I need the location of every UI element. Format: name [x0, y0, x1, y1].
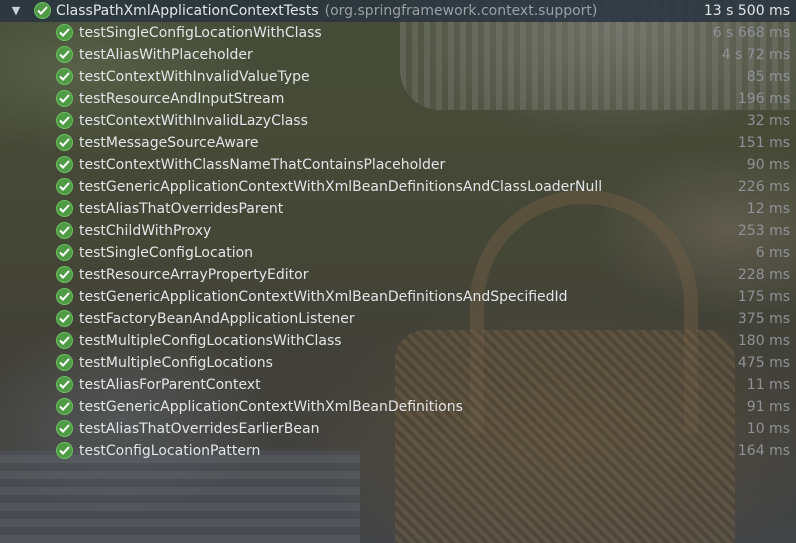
- expand-arrow-icon[interactable]: ▼: [9, 0, 23, 22]
- test-duration: 226 ms: [737, 179, 790, 195]
- passed-check-icon: [56, 134, 73, 151]
- test-name: testAliasWithPlaceholder: [79, 47, 253, 63]
- passed-check-icon: [56, 310, 73, 327]
- passed-check-icon: [56, 222, 73, 239]
- test-duration: 6 s 668 ms: [712, 25, 790, 41]
- test-row[interactable]: testAliasThatOverridesEarlierBean 10 ms: [0, 418, 796, 440]
- test-name: testAliasThatOverridesEarlierBean: [79, 421, 320, 437]
- passed-check-icon: [56, 24, 73, 41]
- test-name: testMessageSourceAware: [79, 135, 259, 151]
- test-row[interactable]: testMessageSourceAware 151 ms: [0, 132, 796, 154]
- test-suite-row[interactable]: ▼ ClassPathXmlApplicationContextTests (or…: [0, 0, 796, 22]
- test-row[interactable]: testAliasForParentContext 11 ms: [0, 374, 796, 396]
- test-duration: 91 ms: [746, 399, 790, 415]
- test-name: testResourceAndInputStream: [79, 91, 285, 107]
- test-duration: 85 ms: [746, 69, 790, 85]
- test-row[interactable]: testFactoryBeanAndApplicationListener 375…: [0, 308, 796, 330]
- test-duration: 11 ms: [746, 377, 790, 393]
- test-duration: 32 ms: [746, 113, 790, 129]
- test-duration: 180 ms: [737, 333, 790, 349]
- suite-class-name: ClassPathXmlApplicationContextTests: [56, 3, 319, 19]
- test-row[interactable]: testSingleConfigLocation 6 ms: [0, 242, 796, 264]
- passed-check-icon: [56, 68, 73, 85]
- test-duration: 253 ms: [737, 223, 790, 239]
- test-list: testSingleConfigLocationWithClass 6 s 668…: [0, 22, 796, 462]
- test-results-tree: ▼ ClassPathXmlApplicationContextTests (or…: [0, 0, 796, 462]
- test-duration: 228 ms: [737, 267, 790, 283]
- test-name: testGenericApplicationContextWithXmlBean…: [79, 179, 603, 195]
- test-name: testSingleConfigLocationWithClass: [79, 25, 322, 41]
- test-name: testResourceArrayPropertyEditor: [79, 267, 309, 283]
- test-duration: 196 ms: [737, 91, 790, 107]
- test-name: testSingleConfigLocation: [79, 245, 254, 261]
- passed-check-icon: [56, 288, 73, 305]
- test-row[interactable]: testAliasWithPlaceholder 4 s 72 ms: [0, 44, 796, 66]
- test-name: testGenericApplicationContextWithXmlBean…: [79, 399, 463, 415]
- test-name: testMultipleConfigLocations: [79, 355, 273, 371]
- test-row[interactable]: testSingleConfigLocationWithClass 6 s 668…: [0, 22, 796, 44]
- test-duration: 4 s 72 ms: [721, 47, 790, 63]
- passed-check-icon: [56, 376, 73, 393]
- passed-check-icon: [56, 200, 73, 217]
- test-name: testContextWithClassNameThatContainsPlac…: [79, 157, 446, 173]
- test-row[interactable]: testConfigLocationPattern 164 ms: [0, 440, 796, 462]
- suite-duration: 13 s 500 ms: [703, 3, 790, 19]
- test-row[interactable]: testResourceArrayPropertyEditor 228 ms: [0, 264, 796, 286]
- test-name: testGenericApplicationContextWithXmlBean…: [79, 289, 568, 305]
- test-name: testChildWithProxy: [79, 223, 212, 239]
- test-row[interactable]: testGenericApplicationContextWithXmlBean…: [0, 396, 796, 418]
- passed-check-icon: [56, 332, 73, 349]
- passed-check-icon: [56, 266, 73, 283]
- passed-check-icon: [56, 420, 73, 437]
- test-duration: 175 ms: [737, 289, 790, 305]
- test-name: testFactoryBeanAndApplicationListener: [79, 311, 355, 327]
- test-duration: 12 ms: [746, 201, 790, 217]
- test-name: testContextWithInvalidValueType: [79, 69, 310, 85]
- passed-check-icon: [56, 156, 73, 173]
- test-row[interactable]: testContextWithClassNameThatContainsPlac…: [0, 154, 796, 176]
- passed-check-icon: [34, 2, 51, 19]
- suite-package: (org.springframework.context.support): [324, 3, 598, 19]
- test-duration: 375 ms: [737, 311, 790, 327]
- suite-name: ClassPathXmlApplicationContextTests (org.…: [56, 0, 597, 22]
- test-duration: 6 ms: [755, 245, 790, 261]
- test-name: testAliasThatOverridesParent: [79, 201, 284, 217]
- test-name: testMultipleConfigLocationsWithClass: [79, 333, 342, 349]
- test-duration: 10 ms: [746, 421, 790, 437]
- passed-check-icon: [56, 398, 73, 415]
- passed-check-icon: [56, 90, 73, 107]
- passed-check-icon: [56, 244, 73, 261]
- passed-check-icon: [56, 112, 73, 129]
- test-duration: 151 ms: [737, 135, 790, 151]
- passed-check-icon: [56, 354, 73, 371]
- test-duration: 475 ms: [737, 355, 790, 371]
- passed-check-icon: [56, 442, 73, 459]
- test-name: testConfigLocationPattern: [79, 443, 261, 459]
- test-duration: 90 ms: [746, 157, 790, 173]
- test-row[interactable]: testMultipleConfigLocations 475 ms: [0, 352, 796, 374]
- test-row[interactable]: testMultipleConfigLocationsWithClass 180 …: [0, 330, 796, 352]
- test-name: testContextWithInvalidLazyClass: [79, 113, 308, 129]
- test-row[interactable]: testContextWithInvalidValueType 85 ms: [0, 66, 796, 88]
- test-row[interactable]: testChildWithProxy 253 ms: [0, 220, 796, 242]
- test-row[interactable]: testContextWithInvalidLazyClass 32 ms: [0, 110, 796, 132]
- test-row[interactable]: testGenericApplicationContextWithXmlBean…: [0, 176, 796, 198]
- passed-check-icon: [56, 46, 73, 63]
- test-row[interactable]: testGenericApplicationContextWithXmlBean…: [0, 286, 796, 308]
- test-duration: 164 ms: [737, 443, 790, 459]
- test-row[interactable]: testAliasThatOverridesParent 12 ms: [0, 198, 796, 220]
- test-name: testAliasForParentContext: [79, 377, 261, 393]
- test-row[interactable]: testResourceAndInputStream 196 ms: [0, 88, 796, 110]
- passed-check-icon: [56, 178, 73, 195]
